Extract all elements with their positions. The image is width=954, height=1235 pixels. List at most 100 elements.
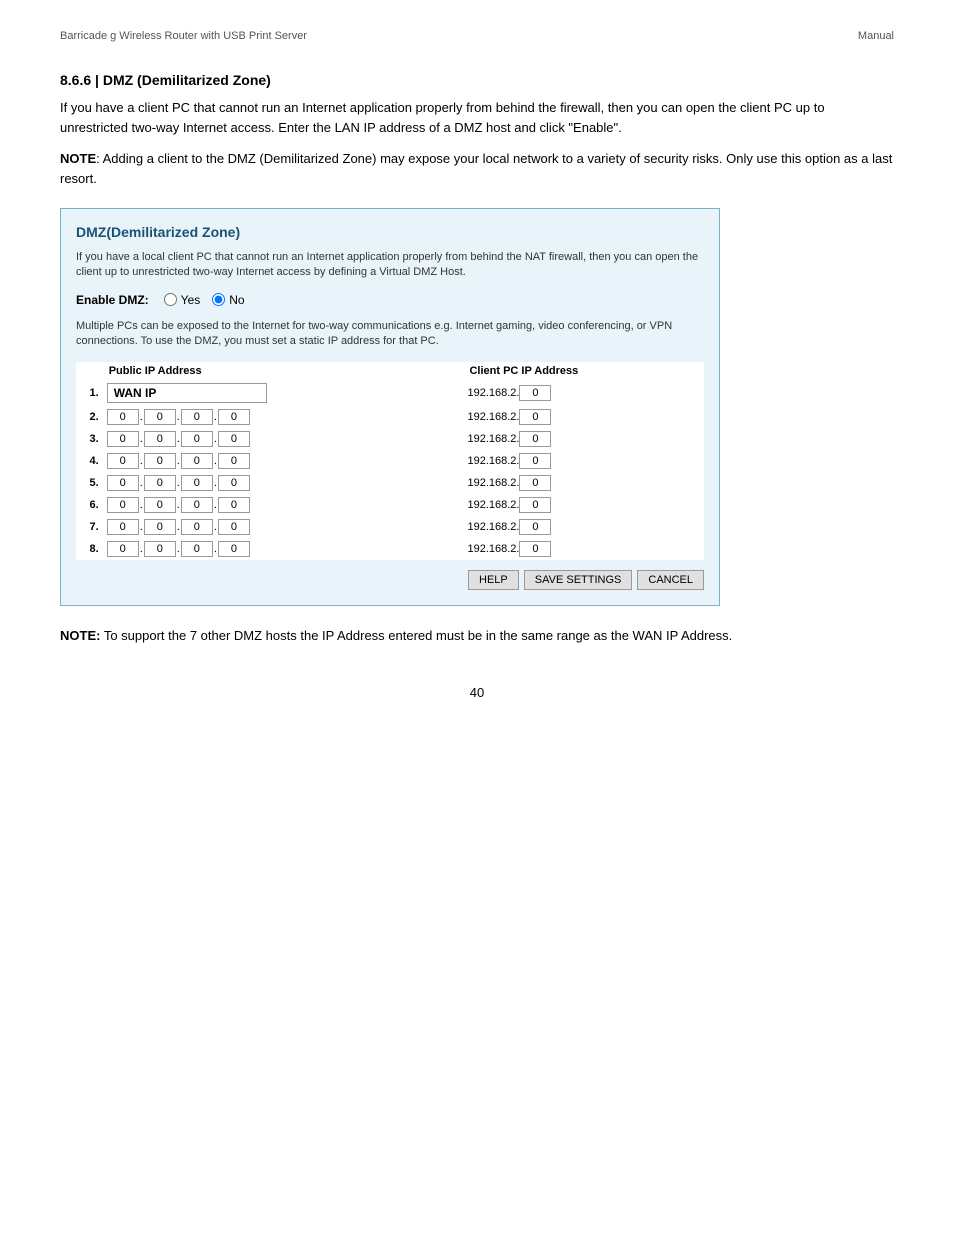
public-ip-octet-4[interactable] <box>218 453 250 469</box>
public-ip-cell: ... <box>103 516 384 538</box>
public-ip-octet-1[interactable] <box>107 497 139 513</box>
yes-text: Yes <box>181 293 201 307</box>
table-row: 6....192.168.2. <box>76 494 704 516</box>
public-ip-cell: ... <box>103 406 384 428</box>
client-ip-last-octet[interactable] <box>519 409 551 425</box>
public-ip-octet-1[interactable] <box>107 541 139 557</box>
ip-separator: . <box>214 543 217 555</box>
public-ip-octet-3[interactable] <box>181 497 213 513</box>
save-settings-button[interactable]: SAVE SETTINGS <box>524 570 633 590</box>
public-ip-octet-2[interactable] <box>144 453 176 469</box>
public-ip-octet-1[interactable] <box>107 475 139 491</box>
row-number: 7. <box>76 516 103 538</box>
dmz-box-title: DMZ(Demilitarized Zone) <box>76 224 704 240</box>
radio-no[interactable] <box>212 293 225 306</box>
client-ip-last-octet[interactable] <box>519 385 551 401</box>
ip-separator: . <box>214 455 217 467</box>
col-client-header: Client PC IP Address <box>463 362 704 380</box>
col-public-header: Public IP Address <box>103 362 384 380</box>
row-number: 1. <box>76 380 103 406</box>
ip-separator: . <box>214 521 217 533</box>
client-ip-cell: 192.168.2. <box>463 450 704 472</box>
spacer-cell <box>383 516 463 538</box>
public-ip-octet-2[interactable] <box>144 497 176 513</box>
ip-separator: . <box>214 477 217 489</box>
ip-separator: . <box>140 521 143 533</box>
cancel-button[interactable]: CANCEL <box>637 570 704 590</box>
row-number: 4. <box>76 450 103 472</box>
table-row: 3.... 192.168.2. <box>76 428 704 450</box>
client-ip-last-octet[interactable] <box>519 519 551 535</box>
client-ip-last-octet[interactable] <box>519 475 551 491</box>
public-ip-cell: ... <box>103 428 384 450</box>
table-row: 4.... 192.168.2. <box>76 450 704 472</box>
public-ip-octet-3[interactable] <box>181 431 213 447</box>
public-ip-octet-4[interactable] <box>218 475 250 491</box>
note2-bold: NOTE: <box>60 628 100 643</box>
public-ip-octet-2[interactable] <box>144 431 176 447</box>
public-ip-octet-4[interactable] <box>218 409 250 425</box>
public-ip-octet-4[interactable] <box>218 541 250 557</box>
row-number: 3. <box>76 428 103 450</box>
table-row: 1.WAN IP 192.168.2. <box>76 380 704 406</box>
radio-yes-label[interactable]: Yes <box>164 293 201 307</box>
public-ip-octet-4[interactable] <box>218 431 250 447</box>
client-ip-cell: 192.168.2. <box>463 406 704 428</box>
public-ip-cell: WAN IP <box>103 380 384 406</box>
public-ip-octet-4[interactable] <box>218 497 250 513</box>
public-ip-octet-3[interactable] <box>181 541 213 557</box>
client-ip-last-octet[interactable] <box>519 431 551 447</box>
public-ip-octet-1[interactable] <box>107 409 139 425</box>
spacer-cell <box>383 538 463 560</box>
ip-separator: . <box>140 499 143 511</box>
dmz-box-desc: If you have a local client PC that canno… <box>76 250 704 281</box>
help-button[interactable]: HELP <box>468 570 519 590</box>
body-text-1: If you have a client PC that cannot run … <box>60 98 894 137</box>
dmz-box: DMZ(Demilitarized Zone) If you have a lo… <box>60 208 720 606</box>
ip-separator: . <box>177 521 180 533</box>
public-ip-octet-4[interactable] <box>218 519 250 535</box>
public-ip-octet-2[interactable] <box>144 541 176 557</box>
client-ip-last-octet[interactable] <box>519 453 551 469</box>
public-ip-octet-2[interactable] <box>144 519 176 535</box>
radio-yes[interactable] <box>164 293 177 306</box>
ip-separator: . <box>214 411 217 423</box>
spacer-cell <box>383 472 463 494</box>
public-ip-octet-2[interactable] <box>144 475 176 491</box>
enable-dmz-label: Enable DMZ: <box>76 293 149 307</box>
note1-rest: : Adding a client to the DMZ (Demilitari… <box>60 151 892 186</box>
ip-separator: . <box>140 455 143 467</box>
public-ip-octet-1[interactable] <box>107 431 139 447</box>
page-header: Barricade g Wireless Router with USB Pri… <box>60 30 894 42</box>
table-row: 8....192.168.2. <box>76 538 704 560</box>
public-ip-octet-3[interactable] <box>181 453 213 469</box>
table-row: 7.... 192.168.2. <box>76 516 704 538</box>
public-ip-cell: ... <box>103 450 384 472</box>
public-ip-octet-1[interactable] <box>107 453 139 469</box>
header-right: Manual <box>858 30 894 42</box>
client-ip-last-octet[interactable] <box>519 497 551 513</box>
public-ip-octet-3[interactable] <box>181 409 213 425</box>
radio-no-label[interactable]: No <box>212 293 244 307</box>
note1-bold: NOTE <box>60 151 96 166</box>
client-ip-prefix: 192.168.2. <box>467 387 519 399</box>
ip-separator: . <box>177 455 180 467</box>
client-ip-prefix: 192.168.2. <box>467 455 519 467</box>
public-ip-octet-3[interactable] <box>181 519 213 535</box>
dmz-table: Public IP Address Client PC IP Address 1… <box>76 362 704 560</box>
no-text: No <box>229 293 244 307</box>
public-ip-octet-2[interactable] <box>144 409 176 425</box>
client-ip-last-octet[interactable] <box>519 541 551 557</box>
col-spacer <box>383 362 463 380</box>
public-ip-octet-3[interactable] <box>181 475 213 491</box>
table-row: 5....192.168.2. <box>76 472 704 494</box>
client-ip-cell: 192.168.2. <box>463 516 704 538</box>
page-number: 40 <box>470 685 484 700</box>
ip-separator: . <box>214 499 217 511</box>
public-ip-octet-1[interactable] <box>107 519 139 535</box>
client-ip-prefix: 192.168.2. <box>467 433 519 445</box>
spacer-cell <box>383 406 463 428</box>
header-left: Barricade g Wireless Router with USB Pri… <box>60 30 307 42</box>
client-ip-prefix: 192.168.2. <box>467 411 519 423</box>
ip-separator: . <box>140 543 143 555</box>
